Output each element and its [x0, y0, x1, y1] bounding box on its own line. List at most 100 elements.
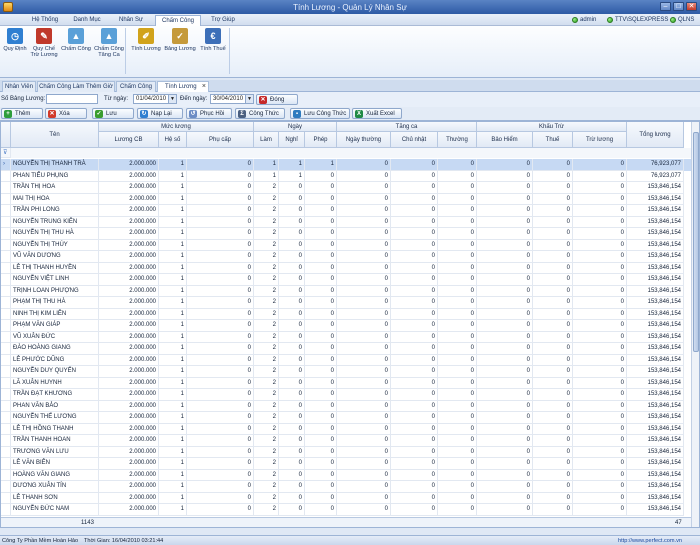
menu-tab-nhan-su[interactable]: Nhân Sự [110, 15, 152, 26]
column-header[interactable]: Làm [254, 132, 279, 148]
cell-name[interactable]: NGUYỄN TRUNG KIÊN [11, 216, 99, 228]
column-header[interactable]: Phép [305, 132, 337, 148]
close-filter-button[interactable]: ✕ Đóng [256, 94, 298, 105]
ribbon-tinh-luong-button[interactable]: ✐ Tính Lương [130, 28, 162, 52]
from-date-input[interactable]: 01/04/2010 ▼ [133, 94, 177, 104]
cell-name[interactable]: TRƯƠNG VĂN LƯU [11, 446, 99, 458]
table-row[interactable]: NGUYỄN THỊ THU HÀ 2.000.000 1 0 2 0 0 0 0 0 0 0 0 153… [1, 228, 691, 240]
table-row[interactable]: PHẠM VĂN GIÁP 2.000.000 1 0 2 0 0 0 0 0 0 0 0 153,846… [1, 320, 691, 332]
cell-name[interactable]: PHAN VĂN BẢO [11, 400, 99, 412]
table-row[interactable]: DƯƠNG XUÂN TÍN 2.000.000 1 0 2 0 0 0 0 0 0 0 0 153,84… [1, 481, 691, 493]
doc-tab-tinh-luong[interactable]: Tính Lương × [157, 81, 209, 92]
table-row[interactable]: TRẦN PHI LONG 2.000.000 1 0 2 0 0 0 0 0 0 0 0 153,846… [1, 205, 691, 217]
table-row[interactable]: MAI THỊ HOA 2.000.000 1 0 2 0 0 0 0 0 0 0 0 153,846,1… [1, 193, 691, 205]
column-header[interactable]: Thường [438, 132, 477, 148]
cell-name[interactable]: LÊ THANH SƠN [11, 492, 99, 504]
table-row[interactable]: LÃ XUÂN HUYNH 2.000.000 1 0 2 0 0 0 0 0 0 0 0 153,846… [1, 377, 691, 389]
table-row[interactable]: NGUYỄN TRUNG KIÊN 2.000.000 1 0 2 0 0 0 0 0 0 0 0 153… [1, 216, 691, 228]
table-row[interactable]: NGUYỄN THỊ THÚY 2.000.000 1 0 2 0 0 0 0 0 0 0 0 153,8… [1, 239, 691, 251]
vertical-scrollbar[interactable] [691, 122, 699, 527]
table-row[interactable]: LÊ VĂN BIÊN 2.000.000 1 0 2 0 0 0 0 0 0 0 0 153,846,1… [1, 458, 691, 470]
cell-name[interactable]: LÃ XUÂN HUYNH [11, 377, 99, 389]
table-row[interactable]: NGUYỄN THẾ LƯƠNG 2.000.000 1 0 2 0 0 0 0 0 0 0 0 153,… [1, 412, 691, 424]
cell-name[interactable]: NGUYỄN THỊ THÚY [11, 239, 99, 251]
cell-name[interactable]: PHAN TIỂU PHỤNG [11, 170, 99, 182]
column-header[interactable]: Lương CB [99, 132, 159, 148]
table-row[interactable]: LÊ THANH SƠN 2.000.000 1 0 2 0 0 0 0 0 0 0 0 153,846,… [1, 492, 691, 504]
doc-tab-cham-cong[interactable]: Chấm Công [116, 81, 156, 92]
cell-name[interactable]: PHẠM VĂN GIÁP [11, 320, 99, 332]
close-button[interactable]: ✕ [686, 2, 697, 11]
cell-name[interactable]: TRỊNH LOAN PHƯỢNG [11, 285, 99, 297]
cell-name[interactable]: ĐÀO HOÀNG GIANG [11, 343, 99, 355]
cell-name[interactable]: VŨ VĂN DƯƠNG [11, 251, 99, 263]
menu-tab-cham-cong[interactable]: Chấm Công [155, 15, 201, 26]
filter-row[interactable]: ⊽ [1, 148, 691, 158]
ribbon-quy-dinh-button[interactable]: ◷ Quy Định [2, 28, 28, 52]
table-row[interactable]: NGUYỄN VIỆT LINH 2.000.000 1 0 2 0 0 0 0 0 0 0 0 153,… [1, 274, 691, 286]
to-date-input[interactable]: 30/04/2010 ▼ [210, 94, 254, 104]
cell-name[interactable]: VŨ XUÂN ĐỨC [11, 331, 99, 343]
ribbon-bang-luong-button[interactable]: ✓ Bảng Lương [163, 28, 197, 52]
delete-button[interactable]: ✕ Xóa [45, 108, 87, 119]
cell-name[interactable]: DƯƠNG XUÂN TÍN [11, 481, 99, 493]
column-header[interactable]: Chủ nhật [391, 132, 438, 148]
column-header[interactable]: Tên [11, 122, 99, 148]
menu-tab-he-thong[interactable]: Hệ Thống [26, 15, 64, 26]
restore-button[interactable]: ↺ Phục Hồi [186, 108, 232, 119]
add-button[interactable]: + Thêm [1, 108, 43, 119]
save-button[interactable]: ✓ Lưu [92, 108, 134, 119]
table-row[interactable]: NINH THỊ KIM LIÊN 2.000.000 1 0 2 0 0 0 0 0 0 0 0 153… [1, 308, 691, 320]
column-header[interactable]: Trừ lương [573, 132, 627, 148]
chevron-down-icon[interactable]: ▼ [245, 95, 253, 103]
table-row[interactable]: VŨ VĂN DƯƠNG 2.000.000 1 0 2 0 0 0 0 0 0 0 0 153,846,… [1, 251, 691, 263]
ribbon-cham-cong-tang-ca-button[interactable]: ▲ Chấm Công Tăng Ca [92, 28, 126, 58]
table-row[interactable]: TRẦN ĐẠT KHƯƠNG 2.000.000 1 0 2 0 0 0 0 0 0 0 0 153,8… [1, 389, 691, 401]
column-header[interactable]: Ngày thường [337, 132, 391, 148]
menu-tab-danh-muc[interactable]: Danh Mục [66, 15, 108, 26]
doc-tab-nhan-vien[interactable]: Nhân Viên [2, 81, 36, 92]
cell-name[interactable]: HOÀNG VĂN GIANG [11, 469, 99, 481]
column-header[interactable]: Hệ số [159, 132, 187, 148]
ribbon-quy-che-tru-luong-button[interactable]: ✎ Quy Chế Trừ Lương [28, 28, 60, 58]
cell-name[interactable]: NGUYỄN THẾ LƯƠNG [11, 412, 99, 424]
doc-tab-cham-cong-lam-them-gio[interactable]: Chấm Công Làm Thêm Giờ [37, 81, 115, 92]
cell-name[interactable]: LÊ THỊ HỒNG THANH [11, 423, 99, 435]
cell-name[interactable]: TRẦN THANH HOAN [11, 435, 99, 447]
table-row[interactable]: LÊ THỊ HỒNG THANH 2.000.000 1 0 2 0 0 0 0 0 0 0 0 153… [1, 423, 691, 435]
table-row[interactable]: TRỊNH LOAN PHƯỢNG 2.000.000 1 0 2 0 0 0 0 0 0 0 0 153… [1, 285, 691, 297]
table-row[interactable]: PHAN VĂN BẢO 2.000.000 1 0 2 0 0 0 0 0 0 0 0 153,846,… [1, 400, 691, 412]
column-header[interactable]: Bảo Hiểm [477, 132, 533, 148]
reload-button[interactable]: ↻ Nạp Lại [137, 108, 183, 119]
table-row[interactable]: VŨ XUÂN ĐỨC 2.000.000 1 0 2 0 0 0 0 0 0 0 0 153,846,1… [1, 331, 691, 343]
table-row[interactable]: ĐÀO HOÀNG GIANG 2.000.000 1 0 2 0 0 0 0 0 0 0 0 153,8… [1, 343, 691, 355]
payroll-code-input[interactable] [46, 94, 98, 104]
save-formula-button[interactable]: ▪ Lưu Công Thức [290, 108, 350, 119]
cell-name[interactable]: NGUYỄN THỊ THU HÀ [11, 228, 99, 240]
chevron-down-icon[interactable]: ▼ [168, 95, 176, 103]
minimize-button[interactable]: – [660, 2, 671, 11]
website-link[interactable]: http://www.perfect.com.vn [618, 538, 682, 544]
scroll-thumb[interactable] [693, 132, 699, 352]
export-excel-button[interactable]: X Xuất Excel [352, 108, 402, 119]
table-row[interactable]: HOÀNG VĂN GIANG 2.000.000 1 0 2 0 0 0 0 0 0 0 0 153,8… [1, 469, 691, 481]
table-row[interactable]: TRẦN THANH HOAN 2.000.000 1 0 2 0 0 0 0 0 0 0 0 153,8… [1, 435, 691, 447]
table-row[interactable]: PHẠM THỊ THU HÀ 2.000.000 1 0 2 0 0 0 0 0 0 0 0 153,8… [1, 297, 691, 309]
cell-name[interactable]: LÊ VĂN BIÊN [11, 458, 99, 470]
menu-tab-tro-giup[interactable]: Trợ Giúp [203, 15, 243, 26]
filter-icon[interactable]: ⊽ [1, 148, 11, 158]
table-row[interactable]: NGUYỄN DUY QUYẾN 2.000.000 1 0 2 0 0 0 0 0 0 0 0 153,… [1, 366, 691, 378]
table-row[interactable]: TRẦN THỊ HOA 2.000.000 1 0 2 0 0 0 0 0 0 0 0 153,846,… [1, 182, 691, 194]
cell-name[interactable]: TRẦN PHI LONG [11, 205, 99, 217]
ribbon-cham-cong-button[interactable]: ▲ Chấm Công [60, 28, 92, 52]
cell-name[interactable]: TRẦN THỊ HOA [11, 182, 99, 194]
cell-name[interactable]: NGUYỄN ĐỨC NAM [11, 504, 99, 516]
cell-name[interactable]: LÊ THỊ THANH HUYỀN [11, 262, 99, 274]
cell-name[interactable]: NGUYỄN DUY QUYẾN [11, 366, 99, 378]
formula-button[interactable]: Σ Công Thức [235, 108, 285, 119]
table-row[interactable]: TRƯƠNG VĂN LƯU 2.000.000 1 0 2 0 0 0 0 0 0 0 0 153,84… [1, 446, 691, 458]
cell-name[interactable]: TRẦN ĐẠT KHƯƠNG [11, 389, 99, 401]
payroll-grid[interactable]: Mức lương Ngày Tăng ca Khấu Trừ Tên Lương CB H… [0, 121, 700, 528]
table-row[interactable]: NGUYỄN ĐỨC NAM 2.000.000 1 0 2 0 0 0 0 0 0 0 0 153,84… [1, 504, 691, 516]
table-row[interactable]: PHAN TIỂU PHỤNG 2.000.000 1 0 1 1 0 0 0 0 0 0 0 76,92… [1, 170, 691, 182]
